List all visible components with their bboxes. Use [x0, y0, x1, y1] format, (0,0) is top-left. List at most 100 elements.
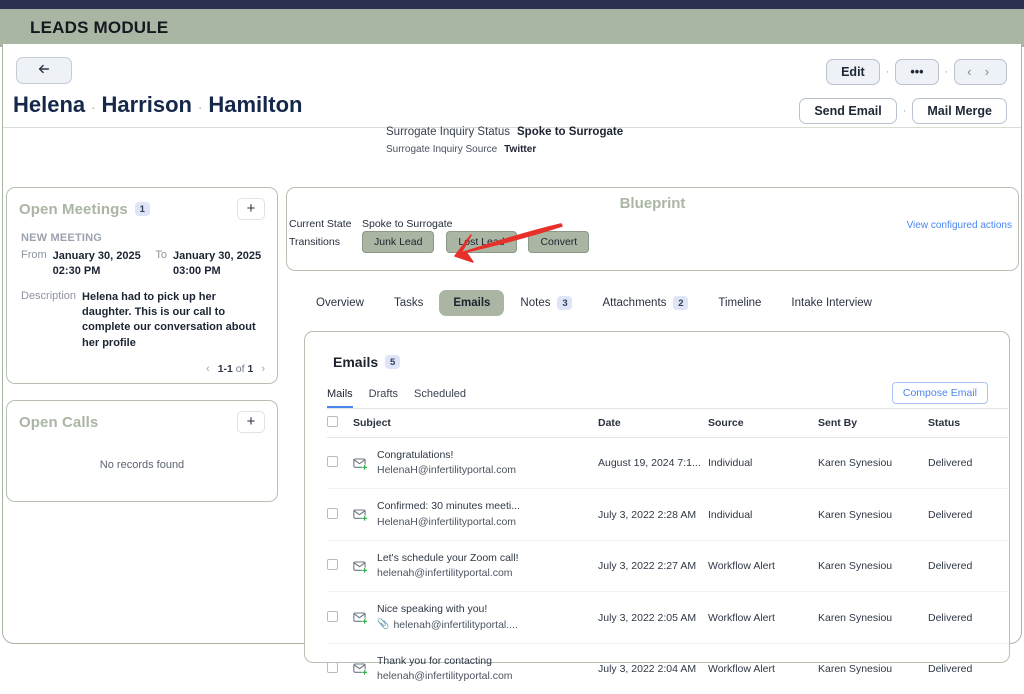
open-calls-empty-message: No records found: [7, 437, 277, 501]
row-subject-cell[interactable]: Congratulations!HelenaH@infertilityporta…: [353, 438, 598, 489]
row-subject-cell[interactable]: Nice speaking with you!📎helenah@infertil…: [353, 592, 598, 643]
view-configured-actions-link[interactable]: View configured actions: [907, 220, 1012, 231]
meeting-to-label: To: [155, 249, 167, 279]
select-all-checkbox[interactable]: [327, 416, 338, 427]
table-row[interactable]: Nice speaking with you!📎helenah@infertil…: [327, 592, 1008, 643]
pager-info: 1-1 of 1: [218, 363, 254, 375]
blueprint-transitions-row: Transitions Junk Lead Lost Lead Convert: [287, 230, 1018, 248]
surrogate-inquiry-status-row: Surrogate Inquiry Status Spoke to Surrog…: [386, 126, 623, 138]
sub-tab-drafts[interactable]: Drafts: [369, 388, 398, 408]
compose-email-button[interactable]: Compose Email: [892, 382, 988, 404]
transition-convert-button[interactable]: Convert: [528, 231, 589, 253]
tab-tasks[interactable]: Tasks: [380, 290, 437, 316]
row-checkbox[interactable]: [327, 662, 338, 673]
email-address: HelenaH@infertilityportal.com: [377, 515, 516, 530]
table-row[interactable]: Confirmed: 30 minutes meeti... HelenaH@in…: [327, 489, 1008, 540]
surrogate-inquiry-status-value: Spoke to Surrogate: [517, 126, 623, 138]
row-checkbox[interactable]: [327, 611, 338, 622]
name-separator-2: ·: [198, 100, 202, 115]
row-subject-cell[interactable]: Let's schedule your Zoom call! helenah@in…: [353, 540, 598, 591]
mail-merge-button[interactable]: Mail Merge: [912, 98, 1007, 124]
left-sidebar: Open Meetings 1 + NEW MEETING From Janua…: [6, 187, 278, 502]
row-source-cell: Workflow Alert: [708, 592, 818, 643]
tab-emails[interactable]: Emails: [439, 290, 504, 316]
row-checkbox[interactable]: [327, 456, 338, 467]
send-email-button[interactable]: Send Email: [799, 98, 896, 124]
tab-emails-label: Emails: [453, 297, 490, 309]
row-source-cell: Workflow Alert: [708, 540, 818, 591]
open-meetings-header: Open Meetings 1 +: [7, 188, 277, 224]
action-divider-1: ·: [886, 66, 890, 78]
row-subject-cell[interactable]: Thank you for contactinghelenah@infertil…: [353, 643, 598, 694]
emails-table: Subject Date Source Sent By Status Congr…: [327, 408, 1008, 694]
current-state-value: Spoke to Surrogate: [362, 218, 452, 230]
email-subject: Let's schedule your Zoom call!: [377, 552, 519, 564]
pager-next-button[interactable]: ›: [261, 363, 265, 375]
row-source-cell: Individual: [708, 489, 818, 540]
row-status-cell: Delivered: [928, 489, 1008, 540]
tab-overview-label: Overview: [316, 297, 364, 309]
add-meeting-button[interactable]: +: [237, 198, 265, 220]
row-subject-cell[interactable]: Confirmed: 30 minutes meeti... HelenaH@in…: [353, 489, 598, 540]
column-header-subject[interactable]: Subject: [353, 409, 598, 438]
open-meetings-count-badge: 1: [135, 202, 150, 216]
email-address: helenah@infertilityportal....: [393, 618, 517, 633]
more-actions-button[interactable]: •••: [895, 59, 938, 85]
tab-overview[interactable]: Overview: [302, 290, 378, 316]
row-sent-by-cell: Karen Synesiou: [818, 438, 928, 489]
table-row[interactable]: Thank you for contactinghelenah@infertil…: [327, 643, 1008, 694]
meeting-from-value: January 30, 2025 02:30 PM: [53, 249, 150, 279]
page-title: Helena · Harrison · Hamilton: [13, 92, 302, 118]
email-subject: Nice speaking with you!: [377, 603, 487, 615]
email-envelope-icon: [353, 662, 368, 675]
pager-range: 1-1: [218, 363, 233, 375]
row-sent-by-cell: Karen Synesiou: [818, 489, 928, 540]
tab-intake-interview[interactable]: Intake Interview: [777, 290, 886, 316]
prev-next-record-button[interactable]: ‹ ›: [954, 59, 1007, 85]
tab-notes-count-badge: 3: [557, 296, 572, 310]
row-checkbox[interactable]: [327, 508, 338, 519]
column-header-status[interactable]: Status: [928, 409, 1008, 438]
tab-timeline[interactable]: Timeline: [704, 290, 775, 316]
module-bar: LEADS MODULE: [0, 9, 1024, 47]
table-row[interactable]: Let's schedule your Zoom call! helenah@in…: [327, 540, 1008, 591]
tab-notes[interactable]: Notes3: [506, 289, 586, 317]
back-button[interactable]: [16, 57, 72, 84]
open-calls-header: Open Calls +: [7, 401, 277, 437]
row-checkbox[interactable]: [327, 559, 338, 570]
add-call-button[interactable]: +: [237, 411, 265, 433]
transition-junk-lead-button[interactable]: Junk Lead: [362, 231, 434, 253]
meeting-time-row: From January 30, 2025 02:30 PM To Januar…: [7, 246, 277, 282]
table-row[interactable]: Congratulations!HelenaH@infertilityporta…: [327, 438, 1008, 489]
email-address: helenah@infertilityportal.com: [377, 566, 513, 581]
emails-table-head: Subject Date Source Sent By Status: [327, 409, 1008, 438]
top-accent-strip: [0, 0, 1024, 9]
current-state-label: Current State: [287, 218, 362, 230]
email-subject: Thank you for contacting: [377, 655, 492, 667]
sub-tab-mails[interactable]: Mails: [327, 388, 353, 408]
new-meeting-label: NEW MEETING: [7, 224, 277, 246]
column-header-sent-by[interactable]: Sent By: [818, 409, 928, 438]
column-header-date[interactable]: Date: [598, 409, 708, 438]
surrogate-inquiry-source-row: Surrogate Inquiry Source Twitter: [386, 144, 623, 155]
row-date-cell: July 3, 2022 2:05 AM: [598, 592, 708, 643]
action-divider-2: ·: [945, 66, 949, 78]
sub-tab-scheduled[interactable]: Scheduled: [414, 388, 466, 408]
emails-count-badge: 5: [385, 355, 400, 369]
tab-attachments[interactable]: Attachments2: [588, 289, 702, 317]
edit-button[interactable]: Edit: [826, 59, 880, 85]
transitions-button-group: Junk Lead Lost Lead Convert: [362, 236, 598, 248]
open-meetings-pagination: ‹ 1-1 of 1 ›: [7, 355, 277, 383]
emails-table-body: Congratulations!HelenaH@infertilityporta…: [327, 438, 1008, 694]
meeting-description-value: Helena had to pick up her daughter. This…: [82, 290, 263, 352]
tab-intake-interview-label: Intake Interview: [791, 297, 872, 309]
email-envelope-icon: [353, 560, 368, 573]
transition-lost-lead-button[interactable]: Lost Lead: [446, 231, 516, 253]
record-middle-name: Harrison: [102, 92, 192, 118]
row-sent-by-cell: Karen Synesiou: [818, 592, 928, 643]
row-status-cell: Delivered: [928, 438, 1008, 489]
column-header-source[interactable]: Source: [708, 409, 818, 438]
pager-prev-button[interactable]: ‹: [206, 363, 210, 375]
row-source-cell: Workflow Alert: [708, 643, 818, 694]
email-subject: Confirmed: 30 minutes meeti...: [377, 500, 520, 512]
